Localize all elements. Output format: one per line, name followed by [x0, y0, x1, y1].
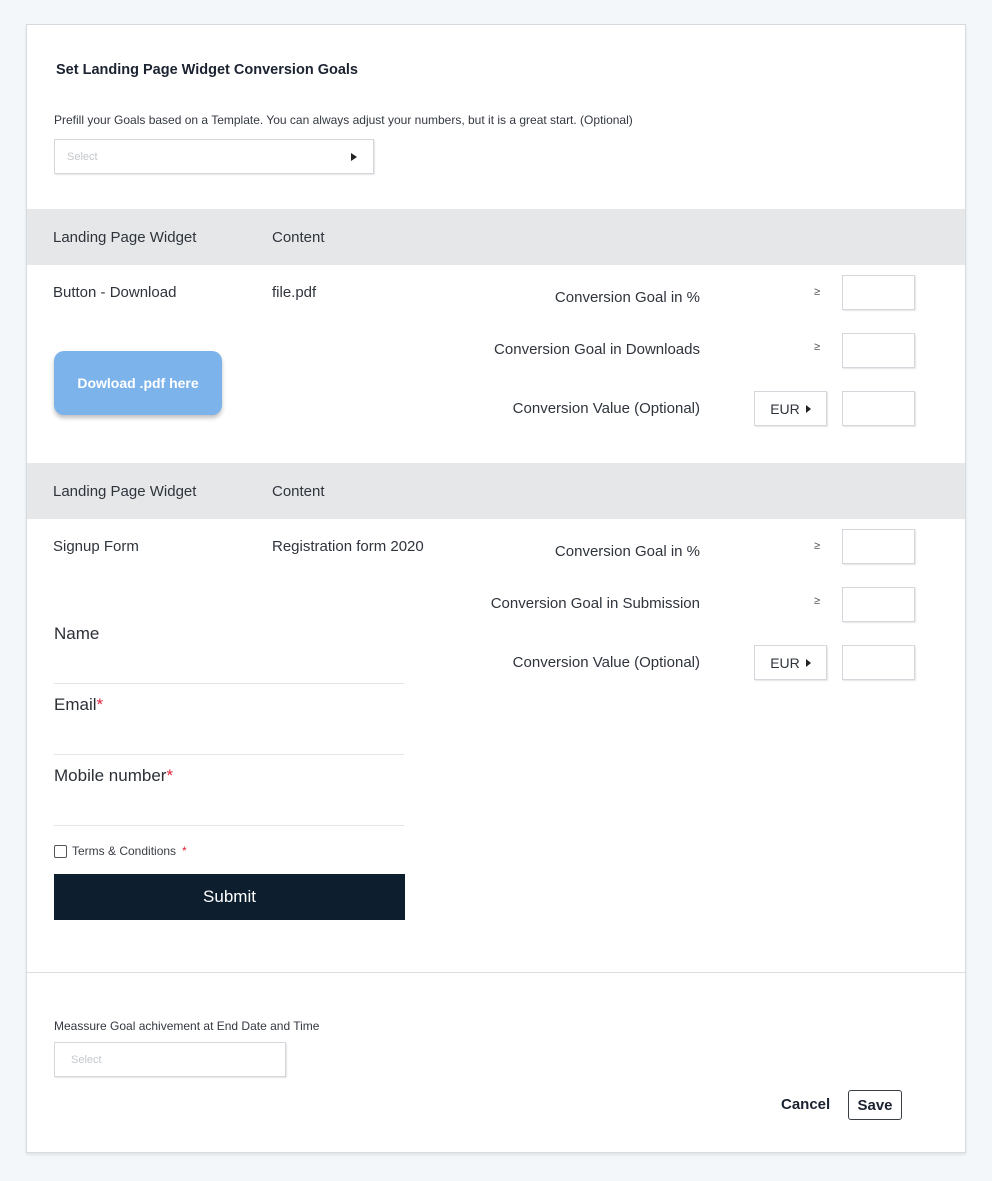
greater-equal-icon: ≥ — [814, 595, 821, 607]
section-1-conversion-value-input[interactable] — [842, 391, 915, 426]
currency-value: EUR — [770, 400, 800, 417]
section-2-conversion-value-input[interactable] — [842, 645, 915, 680]
caret-right-icon — [351, 152, 357, 161]
section-1-goal-downloads-input[interactable] — [842, 333, 915, 368]
section-1-content-name: file.pdf — [272, 284, 317, 301]
field-label-text: Mobile number — [54, 766, 167, 785]
required-mark: * — [166, 766, 174, 785]
conversion-goals-card: Set Landing Page Widget Conversion Goals… — [26, 24, 966, 1153]
section-1-goal-percent-input[interactable] — [842, 275, 915, 310]
measure-goal-label: Meassure Goal achivement at End Date and… — [54, 1019, 320, 1033]
prefill-label: Prefill your Goals based on a Template. … — [54, 113, 633, 127]
template-select-placeholder: Select — [67, 150, 98, 163]
section-2-table-header: Landing Page Widget Content — [27, 463, 965, 519]
section-1-table-header: Landing Page Widget Content — [27, 209, 965, 265]
section-2-currency-select[interactable]: EUR — [754, 645, 827, 680]
greater-equal-icon: ≥ — [814, 341, 821, 353]
section-1-goal-percent-label: Conversion Goal in % — [554, 289, 700, 306]
section-1-currency-select[interactable]: EUR — [754, 391, 827, 426]
caret-right-icon — [805, 404, 811, 413]
section-1-goal-downloads-label: Conversion Goal in Downloads — [494, 341, 700, 358]
section-2-conversion-value-label: Conversion Value (Optional) — [512, 654, 700, 671]
page-title: Set Landing Page Widget Conversion Goals — [56, 62, 358, 78]
form-field-email-label: Email* — [54, 695, 103, 715]
column-header-content: Content — [272, 228, 325, 246]
required-mark: * — [182, 844, 187, 858]
section-1-conversion-value-label: Conversion Value (Optional) — [512, 400, 700, 417]
section-2-goal-submission-label: Conversion Goal in Submission — [490, 595, 700, 612]
currency-value: EUR — [770, 654, 800, 671]
form-field-name-label: Name — [54, 624, 99, 644]
cancel-button[interactable]: Cancel — [781, 1096, 830, 1113]
section-2-goal-submission-input[interactable] — [842, 587, 915, 622]
form-field-name-underline[interactable] — [54, 683, 404, 684]
terms-checkbox[interactable] — [54, 844, 67, 858]
footer-divider — [27, 972, 965, 973]
form-field-email-underline[interactable] — [54, 754, 404, 755]
download-pdf-preview-button[interactable]: Dowload .pdf here — [54, 351, 222, 415]
terms-label: Terms & Conditions — [72, 844, 177, 858]
field-label-text: Email — [54, 695, 97, 714]
column-header-widget: Landing Page Widget — [53, 482, 197, 500]
terms-conditions-row: Terms & Conditions * — [54, 844, 187, 858]
field-label-text: Name — [54, 624, 100, 643]
section-1-widget-name: Button - Download — [53, 284, 177, 301]
caret-right-icon — [805, 658, 811, 667]
column-header-content: Content — [272, 482, 325, 500]
section-2-widget-name: Signup Form — [53, 538, 139, 555]
required-mark: * — [96, 695, 104, 714]
end-date-time-select[interactable]: Select — [54, 1042, 286, 1077]
template-select[interactable]: Select — [54, 139, 374, 174]
section-2-goal-percent-input[interactable] — [842, 529, 915, 564]
greater-equal-icon: ≥ — [814, 540, 821, 552]
end-date-time-placeholder: Select — [71, 1053, 102, 1066]
form-field-mobile-label: Mobile number* — [54, 766, 173, 786]
greater-equal-icon: ≥ — [814, 286, 821, 298]
column-header-widget: Landing Page Widget — [53, 228, 197, 246]
submit-button[interactable]: Submit — [54, 874, 405, 920]
save-button[interactable]: Save — [848, 1090, 902, 1120]
section-2-content-name: Registration form 2020 — [272, 538, 424, 555]
section-2-goal-percent-label: Conversion Goal in % — [554, 543, 700, 560]
form-field-mobile-underline[interactable] — [54, 825, 404, 826]
